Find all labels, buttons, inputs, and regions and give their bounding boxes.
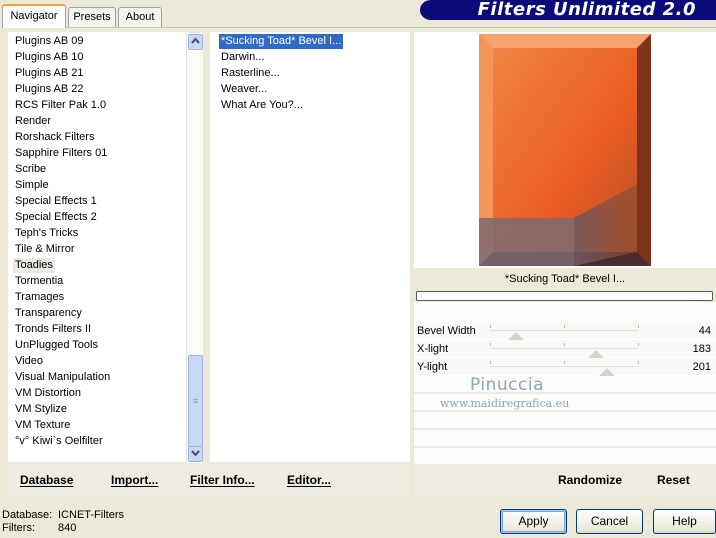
- filter-item[interactable]: Rasterline...: [219, 66, 282, 81]
- watermark-name: Pinuccia: [470, 375, 544, 395]
- category-item[interactable]: °v° Kiwi`s Oelfilter: [13, 434, 105, 449]
- arrow-up-icon[interactable]: [188, 34, 203, 50]
- category-item[interactable]: Plugins AB 09: [13, 34, 86, 49]
- slider-row: Y-light 201: [414, 358, 716, 376]
- category-item[interactable]: Sapphire Filters 01: [13, 146, 109, 161]
- status-database: Database: ICNET-Filters: [2, 509, 124, 522]
- slider-track[interactable]: [490, 348, 638, 349]
- slider-tick: [564, 325, 565, 328]
- param-row-empty: [414, 412, 716, 429]
- category-item[interactable]: Tormentia: [13, 274, 65, 289]
- slider-value[interactable]: 44: [699, 323, 711, 339]
- slider-row: X-light 183: [414, 340, 716, 358]
- category-item[interactable]: Video: [13, 354, 45, 369]
- slider-row: Bevel Width 44: [414, 322, 716, 340]
- category-scrollbar[interactable]: ≡: [186, 33, 203, 463]
- category-item[interactable]: Plugins AB 21: [13, 66, 86, 81]
- slider-tick: [638, 361, 639, 364]
- preview-panel: [414, 32, 716, 268]
- filter-list[interactable]: *Sucking Toad* Bevel I... Darwin... Raster…: [210, 32, 410, 462]
- category-item[interactable]: Special Effects 2: [13, 210, 99, 225]
- progress-bar: [416, 291, 713, 301]
- slider-tick: [490, 361, 491, 364]
- status-filters-value: 840: [58, 522, 77, 534]
- brand-banner: Filters Unlimited 2.0: [420, 0, 716, 20]
- filter-item[interactable]: *Sucking Toad* Bevel I...: [217, 33, 345, 50]
- slider-value[interactable]: 201: [693, 359, 711, 375]
- status-database-label: Database:: [2, 509, 53, 521]
- category-item[interactable]: Tile & Mirror: [13, 242, 76, 257]
- help-button[interactable]: Help: [653, 509, 716, 534]
- slider-value[interactable]: 183: [693, 341, 711, 357]
- database-button[interactable]: Database: [20, 465, 73, 495]
- left-action-bar: Database Import... Filter Info... Editor…: [8, 465, 410, 495]
- slider-tick: [638, 343, 639, 346]
- category-item[interactable]: Tramages: [13, 290, 66, 305]
- reset-button[interactable]: Reset: [657, 465, 690, 495]
- category-item[interactable]: Teph's Tricks: [13, 226, 80, 241]
- randomize-button[interactable]: Randomize: [558, 465, 622, 495]
- slider-track[interactable]: [490, 366, 638, 367]
- slider-tick: [638, 325, 639, 328]
- category-item[interactable]: UnPlugged Tools: [13, 338, 100, 353]
- category-item[interactable]: Special Effects 1: [13, 194, 99, 209]
- filter-info-button[interactable]: Filter Info...: [190, 465, 255, 495]
- tab-navigator[interactable]: Navigator: [2, 4, 66, 28]
- category-item[interactable]: Plugins AB 22: [13, 82, 86, 97]
- slider-tick: [490, 343, 491, 346]
- category-item[interactable]: Rorshack Filters: [13, 130, 96, 145]
- category-item[interactable]: VM Texture: [13, 418, 72, 433]
- filter-item[interactable]: What Are You?...: [219, 98, 305, 113]
- editor-button[interactable]: Editor...: [287, 465, 331, 495]
- scrollbar-thumb[interactable]: ≡: [188, 355, 203, 447]
- param-row-empty: [414, 430, 716, 447]
- tab-about[interactable]: About: [118, 7, 162, 27]
- slider-thumb[interactable]: [598, 368, 615, 376]
- slider-tick: [490, 325, 491, 328]
- preview-caption: *Sucking Toad* Bevel I...: [504, 273, 626, 285]
- category-item[interactable]: Render: [13, 114, 53, 129]
- category-item[interactable]: RCS Filter Pak 1.0: [13, 98, 108, 113]
- filter-item[interactable]: Weaver...: [219, 82, 269, 97]
- slider-tick: [564, 361, 565, 364]
- category-item[interactable]: Plugins AB 10: [13, 50, 86, 65]
- status-database-value: ICNET-Filters: [58, 509, 124, 521]
- preview-image: [479, 34, 651, 266]
- param-row-empty: [414, 376, 716, 393]
- category-item[interactable]: Toadies: [13, 258, 55, 273]
- arrow-down-icon[interactable]: [188, 446, 203, 462]
- category-item[interactable]: VM Distortion: [13, 386, 83, 401]
- category-item[interactable]: Scribe: [13, 162, 48, 177]
- category-item[interactable]: Simple: [13, 178, 51, 193]
- filter-item[interactable]: Darwin...: [219, 50, 266, 65]
- tab-presets[interactable]: Presets: [68, 7, 116, 27]
- status-filters: Filters: 840: [2, 522, 76, 535]
- category-item[interactable]: Tronds Filters II: [13, 322, 93, 337]
- slider-thumb[interactable]: [507, 332, 524, 340]
- slider-label: X-light: [417, 343, 449, 355]
- right-action-bar: Randomize Reset: [414, 465, 716, 495]
- slider-thumb[interactable]: [588, 350, 605, 358]
- brand-title: Filters Unlimited 2.0: [477, 0, 696, 20]
- status-filters-label: Filters:: [2, 522, 35, 534]
- watermark-url: www.maidiregrafica.eu: [440, 397, 570, 410]
- category-list[interactable]: Plugins AB 09 Plugins AB 10 Plugins AB 21 P…: [8, 32, 188, 462]
- slider-tick: [564, 343, 565, 346]
- category-item[interactable]: Transparency: [13, 306, 84, 321]
- category-item[interactable]: VM Stylize: [13, 402, 69, 417]
- slider-track[interactable]: [490, 330, 638, 331]
- slider-label: Bevel Width: [417, 325, 476, 337]
- param-row-empty: [414, 448, 716, 465]
- import-button[interactable]: Import...: [111, 465, 158, 495]
- cancel-button[interactable]: Cancel: [576, 509, 643, 534]
- apply-button[interactable]: Apply: [500, 509, 567, 534]
- category-item[interactable]: Visual Manipulation: [13, 370, 112, 385]
- slider-label: Y-light: [417, 361, 448, 373]
